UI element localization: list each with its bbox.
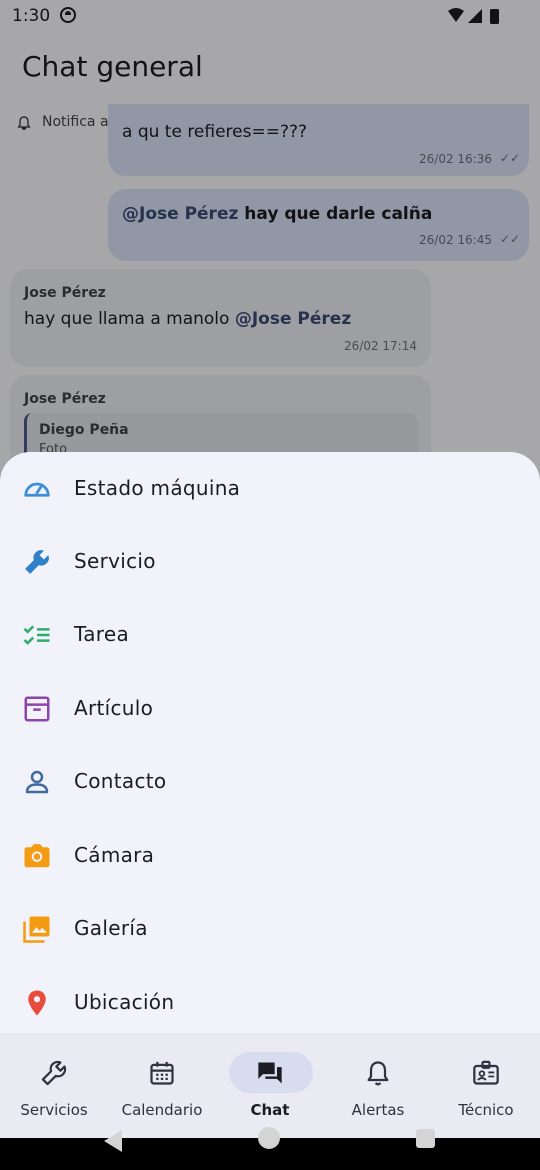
calendar-icon: [150, 1061, 174, 1085]
archive-box-icon: [24, 696, 50, 722]
bottom-navigation: Servicios Calendario Chat Alertas Técnic…: [0, 1033, 540, 1138]
nav-item-tecnico[interactable]: Técnico: [432, 1033, 540, 1138]
sheet-item-label: Estado máquina: [74, 476, 241, 500]
wrench-icon: [25, 550, 49, 574]
sheet-item-tarea[interactable]: Tarea: [0, 598, 540, 671]
camera-icon: [24, 844, 50, 868]
sheet-item-label: Cámara: [74, 843, 155, 867]
home-icon[interactable]: [258, 1127, 280, 1149]
gallery-icon: [23, 916, 50, 943]
sheet-item-articulo[interactable]: Artículo: [0, 672, 540, 745]
system-navigation-bar: [0, 1127, 540, 1170]
nav-label: Servicios: [20, 1101, 88, 1119]
nav-item-chat[interactable]: Chat: [216, 1033, 324, 1138]
checklist-icon: [23, 625, 50, 645]
sheet-item-label: Ubicación: [74, 990, 175, 1014]
attachment-sheet: Estado máquina Servicio Tarea Artículo C…: [0, 452, 540, 1033]
sheet-item-camara[interactable]: Cámara: [0, 819, 540, 892]
sheet-item-contacto[interactable]: Contacto: [0, 745, 540, 818]
nav-item-calendario[interactable]: Calendario: [108, 1033, 216, 1138]
bell-icon: [367, 1061, 389, 1086]
nav-item-alertas[interactable]: Alertas: [324, 1033, 432, 1138]
wrench-icon: [41, 1060, 67, 1086]
gauge-icon: [24, 482, 50, 497]
sheet-item-label: Artículo: [74, 696, 154, 720]
person-icon: [25, 770, 49, 794]
nav-label: Técnico: [458, 1101, 514, 1119]
sheet-item-servicio[interactable]: Servicio: [0, 525, 540, 598]
sheet-item-label: Contacto: [74, 769, 167, 793]
sheet-item-galeria[interactable]: Galería: [0, 892, 540, 965]
sheet-item-label: Servicio: [74, 549, 156, 573]
back-icon[interactable]: [104, 1130, 122, 1152]
recents-icon[interactable]: [416, 1129, 435, 1148]
sheet-item-label: Galería: [74, 916, 148, 940]
sheet-item-ubicacion[interactable]: Ubicación: [0, 966, 540, 1033]
location-pin-icon: [28, 990, 46, 1016]
nav-item-servicios[interactable]: Servicios: [0, 1033, 108, 1138]
nav-label: Chat: [250, 1101, 290, 1119]
chat-icon: [258, 1062, 282, 1084]
id-badge-icon: [473, 1060, 499, 1085]
nav-label: Alertas: [351, 1101, 405, 1119]
sheet-item-label: Tarea: [74, 622, 130, 646]
sheet-item-estado-maquina[interactable]: Estado máquina: [0, 452, 540, 525]
nav-label: Calendario: [121, 1101, 203, 1119]
